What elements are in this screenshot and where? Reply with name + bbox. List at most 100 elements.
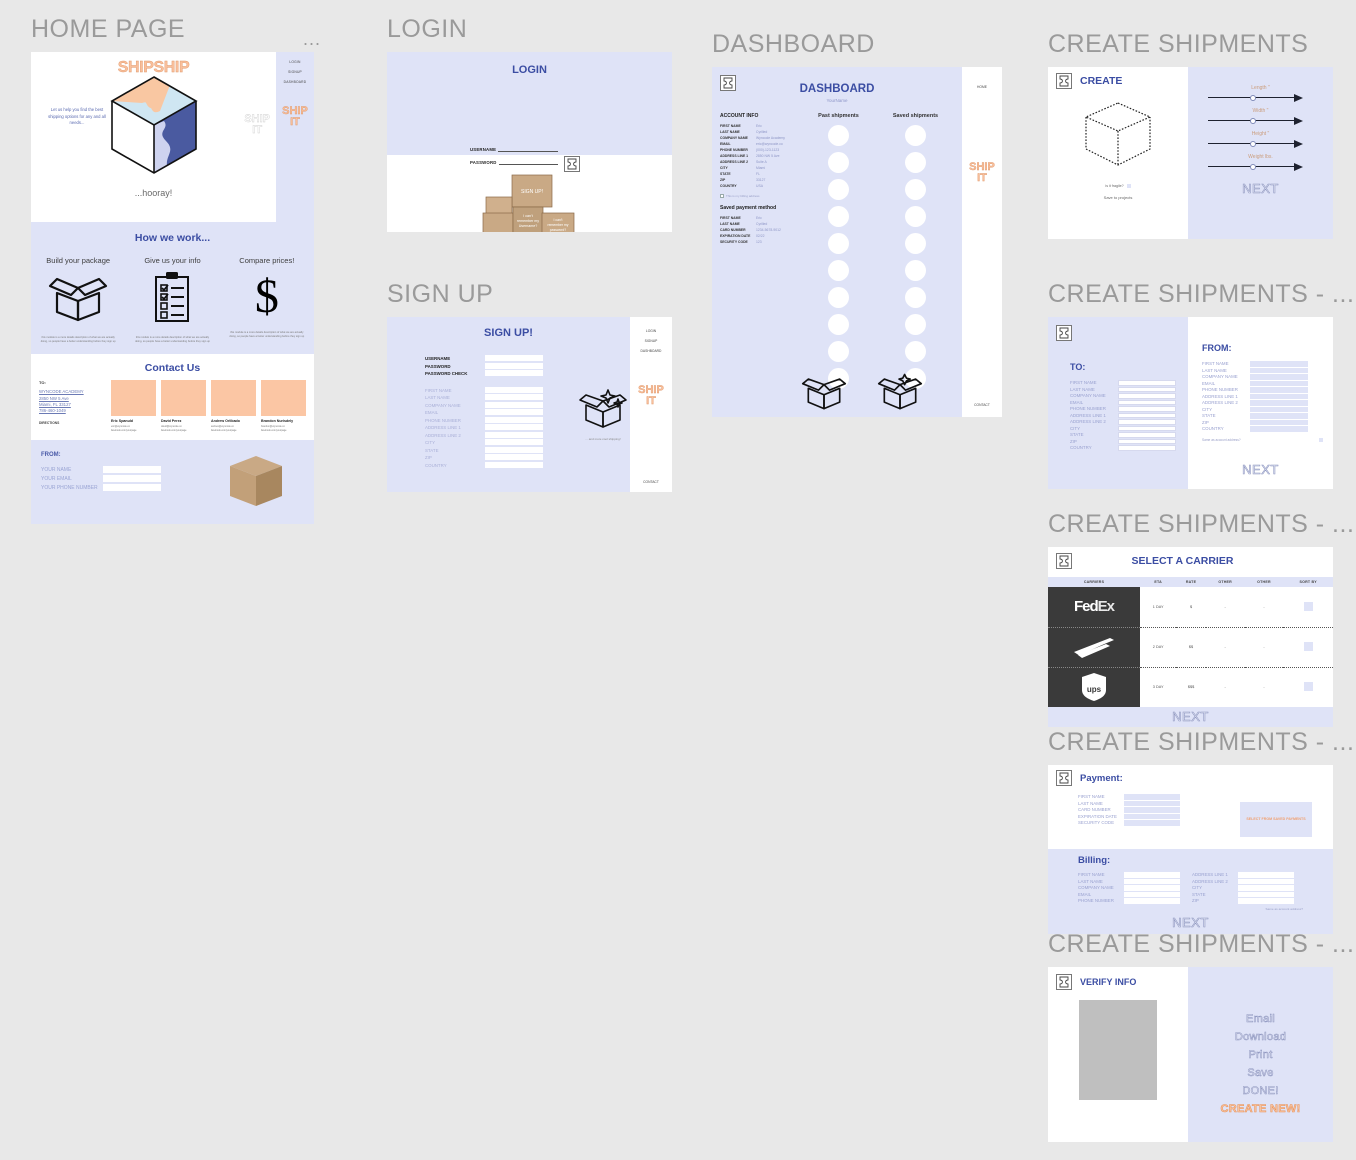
- member-email[interactable]: eric@wyncode.co facebook.com/yourpage: [111, 425, 156, 432]
- table-row[interactable]: FedEx 1 DAY $ - -: [1048, 587, 1333, 628]
- slider-knob[interactable]: [1250, 140, 1256, 147]
- password-input[interactable]: [498, 159, 558, 165]
- download-action[interactable]: Download: [1188, 1031, 1333, 1044]
- address-phone[interactable]: 786-460-1049: [39, 408, 105, 414]
- from-zip-input[interactable]: [1250, 419, 1308, 425]
- pay-first-name-input[interactable]: [1124, 794, 1180, 800]
- to-company-input[interactable]: [1118, 393, 1176, 399]
- shipment-item[interactable]: [828, 287, 849, 308]
- from-state-input[interactable]: [1250, 413, 1308, 419]
- carrier-next-bar[interactable]: NEXT: [1048, 707, 1333, 727]
- shipment-item[interactable]: [905, 206, 926, 227]
- state-input[interactable]: [485, 446, 543, 453]
- your-email-input[interactable]: [103, 475, 161, 483]
- to-first-name-input[interactable]: [1118, 380, 1176, 386]
- to-address2-input[interactable]: [1118, 419, 1176, 425]
- bill-address2-input[interactable]: [1238, 878, 1294, 884]
- cell-select[interactable]: [1283, 627, 1333, 668]
- bill-last-name-input[interactable]: [1124, 878, 1180, 884]
- shipment-item[interactable]: [828, 125, 849, 146]
- done-action[interactable]: DONE!: [1188, 1085, 1333, 1098]
- address1-input[interactable]: [485, 424, 543, 430]
- shipment-item[interactable]: [828, 206, 849, 227]
- to-address1-input[interactable]: [1118, 412, 1176, 418]
- create-new-action[interactable]: CREATE NEW!: [1188, 1103, 1333, 1116]
- your-phone-input[interactable]: [103, 484, 161, 492]
- shipment-item[interactable]: [905, 314, 926, 335]
- shipment-item[interactable]: [905, 233, 926, 254]
- pay-last-name-input[interactable]: [1124, 800, 1180, 806]
- checkbox[interactable]: [1303, 642, 1313, 651]
- from-address1-input[interactable]: [1250, 393, 1308, 399]
- height-slider[interactable]: Height ": [1208, 131, 1313, 148]
- puzzle-piece-icon[interactable]: [1056, 553, 1072, 569]
- email-input[interactable]: [485, 409, 543, 415]
- to-last-name-input[interactable]: [1118, 386, 1176, 392]
- member-email[interactable]: andrew@wyncode.co facebook.com/yourpage: [211, 425, 256, 432]
- shipment-item[interactable]: [828, 260, 849, 281]
- slider-knob[interactable]: [1250, 163, 1256, 170]
- shipment-item[interactable]: [905, 125, 926, 146]
- nav-dashboard[interactable]: DASHBOARD: [630, 349, 672, 353]
- to-email-input[interactable]: [1118, 399, 1176, 405]
- company-name-input[interactable]: [485, 401, 543, 408]
- checkbox[interactable]: [1303, 601, 1313, 611]
- to-city-input[interactable]: [1118, 425, 1176, 431]
- bill-address1-input[interactable]: [1238, 872, 1294, 878]
- nav-home[interactable]: HOME: [962, 67, 1002, 89]
- slider-knob[interactable]: [1250, 94, 1256, 101]
- bill-zip-input[interactable]: [1238, 898, 1294, 904]
- shipment-item[interactable]: [905, 287, 926, 308]
- from-address2-input[interactable]: [1250, 400, 1308, 406]
- fedex-logo[interactable]: FedEx: [1048, 587, 1140, 628]
- card-number-input[interactable]: [1124, 807, 1180, 813]
- cell-select[interactable]: [1283, 587, 1333, 628]
- print-action[interactable]: Print: [1188, 1049, 1333, 1062]
- last-name-input[interactable]: [485, 394, 543, 400]
- width-slider[interactable]: Width ": [1208, 108, 1313, 125]
- billing-same-address-note[interactable]: Same as account address?: [1048, 907, 1333, 911]
- col-sort-by[interactable]: SORT BY: [1283, 577, 1333, 587]
- expiration-date-input[interactable]: [1124, 813, 1180, 819]
- shipment-item[interactable]: [905, 152, 926, 173]
- password-check-input[interactable]: [485, 370, 543, 376]
- member-email[interactable]: brandon@wyncode.co facebook.com/yourpage: [261, 425, 306, 432]
- username-input[interactable]: [498, 146, 558, 152]
- ship-it-logo[interactable]: SHIP IT: [962, 161, 1002, 184]
- checkbox[interactable]: [1303, 682, 1313, 692]
- next-button[interactable]: NEXT: [1048, 914, 1333, 930]
- billing-address-checkbox-row[interactable]: This is my billing address: [720, 194, 800, 199]
- next-button[interactable]: NEXT: [1198, 461, 1323, 477]
- puzzle-piece-icon[interactable]: [1056, 974, 1072, 990]
- ups-logo[interactable]: ups: [1048, 667, 1140, 707]
- save-to-projects-link[interactable]: Save to projects: [1048, 195, 1188, 200]
- directions-link[interactable]: DIRECTIONS: [39, 421, 105, 425]
- from-last-name-input[interactable]: [1250, 367, 1308, 373]
- bill-first-name-input[interactable]: [1124, 872, 1180, 878]
- nav-login[interactable]: LOGIN: [630, 329, 672, 333]
- to-country-input[interactable]: [1118, 445, 1176, 451]
- zip-input[interactable]: [485, 454, 543, 460]
- email-action[interactable]: Email: [1188, 1013, 1333, 1026]
- checkbox[interactable]: [1319, 437, 1323, 442]
- select-saved-payment-button[interactable]: SELECT FROM SAVED PAYMENTS: [1240, 802, 1312, 837]
- fragile-checkbox-row[interactable]: is it fragile?: [1048, 184, 1188, 189]
- slider-knob[interactable]: [1250, 117, 1256, 124]
- shipment-item[interactable]: [828, 341, 849, 362]
- table-row[interactable]: 2 DAY $$ - -: [1048, 627, 1333, 668]
- password-input[interactable]: [485, 362, 543, 369]
- nav-signup[interactable]: SIGNUP: [630, 339, 672, 343]
- to-state-input[interactable]: [1118, 432, 1176, 438]
- nav-dashboard[interactable]: DASHBOARD: [276, 80, 314, 84]
- shipment-item[interactable]: [828, 179, 849, 200]
- member-email[interactable]: david@wyncode.co facebook.com/yourpage: [161, 425, 206, 432]
- puzzle-piece-icon[interactable]: [1056, 325, 1072, 341]
- username-input[interactable]: [485, 355, 543, 361]
- from-country-input[interactable]: [1250, 426, 1308, 432]
- bill-state-input[interactable]: [1238, 891, 1294, 897]
- shipment-item[interactable]: [905, 341, 926, 362]
- table-row[interactable]: ups 3 DAY $$$ - -: [1048, 667, 1333, 707]
- city-input[interactable]: [485, 439, 543, 445]
- bill-company-input[interactable]: [1124, 885, 1180, 891]
- bill-city-input[interactable]: [1238, 885, 1294, 891]
